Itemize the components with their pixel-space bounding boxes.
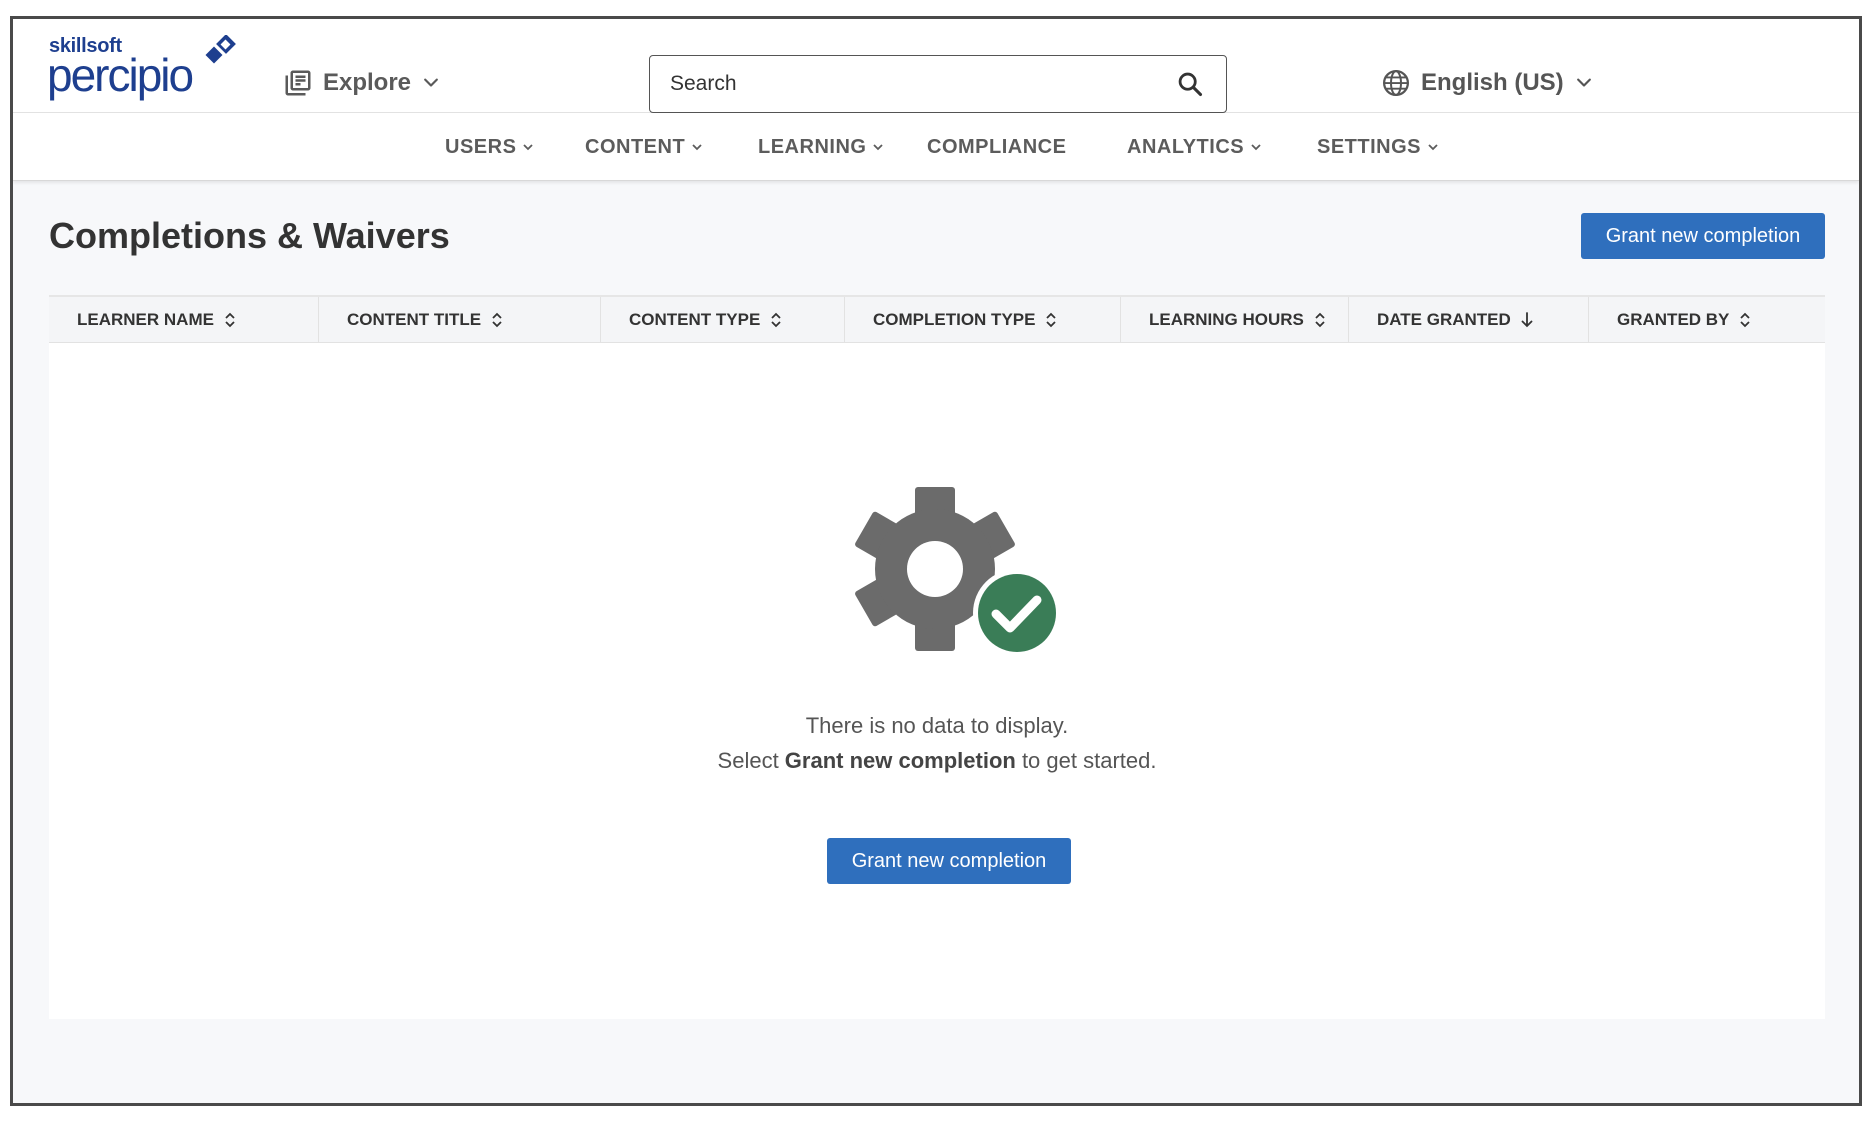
- explore-menu-button[interactable]: Explore: [283, 63, 441, 103]
- search-icon: [1178, 72, 1203, 97]
- sort-icon: [225, 312, 235, 328]
- column-header-label: DATE GRANTED: [1377, 310, 1511, 329]
- column-header-label: GRANTED BY: [1617, 310, 1730, 329]
- explore-label: Explore: [323, 69, 412, 96]
- empty-instruction-prefix: Select: [717, 748, 785, 773]
- globe-icon: [1383, 70, 1409, 96]
- nav-item-label: CONTENT: [585, 135, 686, 158]
- column-header-label: CONTENT TYPE: [629, 310, 761, 329]
- empty-state: There is no data to display. Select Gran…: [49, 343, 1825, 1019]
- logo-diamond-icon: [205, 35, 236, 64]
- column-header-content-title[interactable]: CONTENT TITLE: [319, 297, 601, 343]
- sort-descending-icon: [1521, 312, 1533, 328]
- language-selector[interactable]: English (US): [1381, 63, 1594, 103]
- column-header-date-granted[interactable]: DATE GRANTED: [1349, 297, 1589, 343]
- empty-instruction-suffix: to get started.: [1015, 748, 1157, 773]
- nav-item-users[interactable]: USERS: [445, 113, 534, 181]
- column-header-learner-name[interactable]: LEARNER NAME: [49, 297, 319, 343]
- main-nav: USERS CONTENT LEARNING COMPLIANCE ANALYT…: [13, 113, 1859, 181]
- column-header-completion-type[interactable]: COMPLETION TYPE: [845, 297, 1121, 343]
- sort-icon: [1046, 312, 1057, 328]
- page-title: Completions & Waivers: [49, 215, 450, 256]
- chevron-down-icon: [1428, 144, 1438, 151]
- chevron-down-icon: [692, 144, 702, 151]
- chevron-down-icon: [1576, 78, 1591, 87]
- logo-percipio-text: percipio: [47, 49, 194, 101]
- library-icon: [285, 70, 311, 96]
- sort-icon: [771, 312, 781, 328]
- column-header-label: CONTENT TITLE: [347, 310, 482, 329]
- nav-item-label: COMPLIANCE: [927, 135, 1067, 158]
- column-header-learning-hours[interactable]: LEARNING HOURS: [1121, 297, 1349, 343]
- gear-check-icon: [855, 487, 1061, 657]
- grant-new-completion-button[interactable]: Grant new completion: [1581, 213, 1825, 259]
- sort-icon: [492, 312, 502, 328]
- chevron-down-icon: [424, 78, 438, 87]
- sort-icon: [1315, 312, 1325, 328]
- top-header: skillsoft percipio Explore Search Englis…: [13, 19, 1859, 113]
- chevron-down-icon: [873, 144, 884, 151]
- column-header-content-type[interactable]: CONTENT TYPE: [601, 297, 845, 343]
- table-header: LEARNER NAME CONTENT TITLE CONTENT TYPE …: [49, 295, 1825, 343]
- empty-instruction: Select Grant new completion to get start…: [49, 748, 1825, 774]
- column-header-granted-by[interactable]: GRANTED BY: [1589, 297, 1825, 343]
- search-button[interactable]: [1174, 68, 1206, 100]
- empty-instruction-emphasis: Grant new completion: [784, 748, 1016, 773]
- language-label: English (US): [1421, 69, 1564, 96]
- chevron-down-icon: [523, 144, 534, 151]
- nav-item-label: ANALYTICS: [1127, 135, 1245, 158]
- grant-new-completion-empty-button[interactable]: Grant new completion: [827, 838, 1071, 884]
- chevron-down-icon: [1251, 144, 1261, 151]
- nav-item-analytics[interactable]: ANALYTICS: [1127, 113, 1262, 181]
- nav-item-settings[interactable]: SETTINGS: [1317, 113, 1439, 181]
- search-input[interactable]: [670, 72, 1174, 96]
- sort-icon: [1740, 312, 1751, 328]
- nav-item-learning[interactable]: LEARNING: [758, 113, 884, 181]
- column-header-label: LEARNING HOURS: [1149, 310, 1304, 329]
- column-header-label: COMPLETION TYPE: [873, 310, 1036, 329]
- nav-item-label: SETTINGS: [1317, 135, 1422, 158]
- nav-item-label: LEARNING: [758, 135, 867, 158]
- nav-item-compliance[interactable]: COMPLIANCE: [927, 113, 1066, 181]
- empty-message: There is no data to display.: [805, 713, 1069, 738]
- percipio-logo[interactable]: skillsoft percipio: [47, 35, 247, 101]
- column-header-label: LEARNER NAME: [77, 310, 214, 329]
- nav-item-content[interactable]: CONTENT: [585, 113, 703, 181]
- search-box: [649, 55, 1227, 113]
- nav-item-label: USERS: [445, 135, 517, 158]
- app-window: skillsoft percipio Explore Search Englis…: [10, 16, 1862, 1106]
- completions-table: LEARNER NAME CONTENT TITLE CONTENT TYPE …: [49, 295, 1825, 1019]
